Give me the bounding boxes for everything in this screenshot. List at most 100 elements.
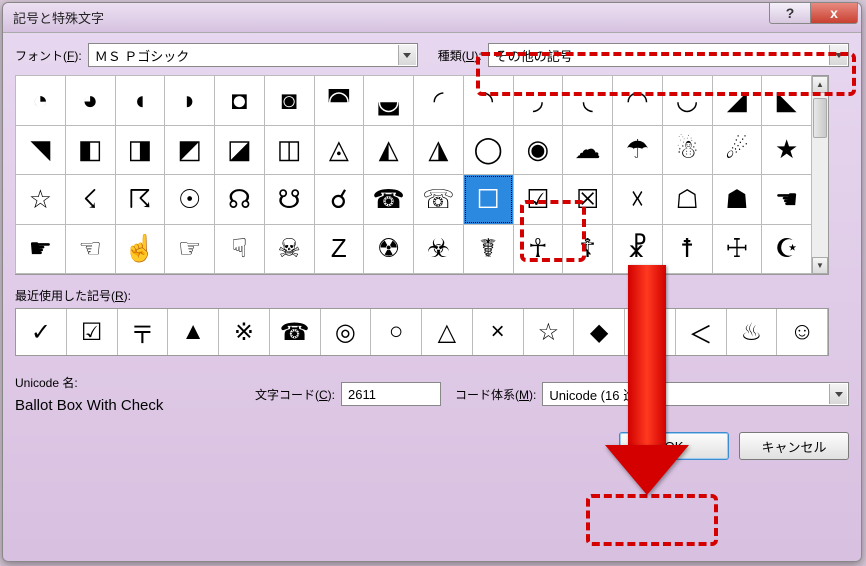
symbol-cell[interactable]: ☛ — [15, 224, 66, 275]
scroll-thumb[interactable] — [813, 98, 827, 138]
recent-symbol-cell[interactable]: ☎ — [270, 309, 321, 355]
recent-symbol-cell[interactable]: △ — [422, 309, 473, 355]
symbol-cell[interactable]: ☚ — [761, 174, 812, 225]
symbol-cell[interactable]: ☉ — [164, 174, 215, 225]
symbol-cell[interactable]: ◢ — [712, 75, 763, 126]
scroll-up-button[interactable]: ▲ — [812, 76, 828, 93]
symbol-cell[interactable]: ☢ — [363, 224, 414, 275]
symbol-cell[interactable]: ☝ — [115, 224, 166, 275]
recent-symbol-cell[interactable]: ＜ — [676, 309, 727, 355]
symbol-cell[interactable]: ◘ — [214, 75, 265, 126]
symbol-cell[interactable]: ◉ — [513, 125, 564, 176]
symbol-cell[interactable]: ◫ — [264, 125, 315, 176]
symbol-cell[interactable]: ☋ — [264, 174, 315, 225]
scrollbar[interactable]: ▲ ▼ — [811, 76, 828, 274]
symbol-cell[interactable]: ☠ — [264, 224, 315, 275]
symbol-cell[interactable]: ☩ — [712, 224, 763, 275]
symbol-cell[interactable]: ☐ — [463, 174, 514, 225]
code-system-combo[interactable]: Unicode (16 進) — [542, 382, 849, 406]
symbol-cell[interactable]: ☈ — [115, 174, 166, 225]
symbol-cell[interactable]: ◯ — [463, 125, 514, 176]
recent-symbol-cell[interactable]: ◎ — [321, 309, 372, 355]
symbol-cell[interactable]: ☨ — [662, 224, 713, 275]
recent-symbol-cell[interactable]: ﾊ — [625, 309, 676, 355]
symbol-cell[interactable]: ☏ — [413, 174, 464, 225]
symbol-cell[interactable]: ☃ — [662, 125, 713, 176]
symbol-cell[interactable]: ☪ — [761, 224, 812, 275]
symbol-cell[interactable]: ★ — [761, 125, 812, 176]
symbol-cell[interactable]: ◡ — [662, 75, 713, 126]
symbol-cell[interactable]: ☞ — [164, 224, 215, 275]
code-system-label: コード体系(M): — [455, 386, 536, 403]
symbol-cell[interactable]: ☇ — [65, 174, 116, 225]
recent-symbol-cell[interactable]: ※ — [219, 309, 270, 355]
symbol-cell[interactable]: ☤ — [463, 224, 514, 275]
subset-label: 種類(U): — [438, 47, 482, 64]
symbol-cell[interactable]: ◮ — [413, 125, 464, 176]
ok-button[interactable]: OK — [619, 432, 729, 460]
symbol-cell[interactable]: ☆ — [15, 174, 66, 225]
symbol-cell[interactable]: ◙ — [264, 75, 315, 126]
symbol-cell[interactable]: ☜ — [65, 224, 116, 275]
symbol-cell[interactable]: ◗ — [164, 75, 215, 126]
symbol-cell[interactable]: ◜ — [413, 75, 464, 126]
recent-symbol-cell[interactable]: ▲ — [168, 309, 219, 355]
symbol-cell[interactable]: ◟ — [562, 75, 613, 126]
symbol-cell[interactable]: ☁ — [562, 125, 613, 176]
chevron-down-icon[interactable] — [829, 384, 847, 404]
symbol-cell[interactable]: ◩ — [164, 125, 215, 176]
chevron-down-icon[interactable] — [398, 45, 416, 65]
symbol-cell[interactable]: ☄ — [712, 125, 763, 176]
symbol-cell[interactable]: ◖ — [115, 75, 166, 126]
symbol-cell[interactable]: ☧ — [612, 224, 663, 275]
close-button[interactable]: x — [810, 2, 858, 24]
symbol-cell[interactable]: ◭ — [363, 125, 414, 176]
symbol-cell[interactable]: ☊ — [214, 174, 265, 225]
font-label: フォント(F): — [15, 47, 82, 64]
symbol-cell[interactable]: ◛ — [363, 75, 414, 126]
recent-symbol-cell[interactable]: ☺ — [777, 309, 828, 355]
symbol-cell[interactable]: ☥ — [513, 224, 564, 275]
symbol-cell[interactable]: ☟ — [214, 224, 265, 275]
recent-symbol-cell[interactable]: × — [473, 309, 524, 355]
symbol-cell[interactable]: ◨ — [115, 125, 166, 176]
recent-symbol-cell[interactable]: ◆ — [574, 309, 625, 355]
symbol-cell[interactable]: ☣ — [413, 224, 464, 275]
font-combo[interactable]: ＭＳ Ｐゴシック — [88, 43, 418, 67]
symbol-cell[interactable]: ◪ — [214, 125, 265, 176]
subset-combo[interactable]: その他の記号 — [488, 43, 849, 67]
symbol-cell[interactable]: ☗ — [712, 174, 763, 225]
symbol-cell[interactable]: ◚ — [314, 75, 365, 126]
recent-symbol-cell[interactable]: ♨ — [727, 309, 778, 355]
scroll-down-button[interactable]: ▼ — [812, 257, 828, 274]
symbol-cell[interactable]: ☦ — [562, 224, 613, 275]
recent-symbol-cell[interactable]: ☑ — [67, 309, 118, 355]
chevron-down-icon[interactable] — [829, 45, 847, 65]
symbol-cell[interactable]: ◕ — [65, 75, 116, 126]
help-button[interactable]: ? — [769, 2, 811, 24]
symbol-cell[interactable]: ☓ — [612, 174, 663, 225]
symbol-cell[interactable]: ☑ — [513, 174, 564, 225]
symbol-cell[interactable]: ☂ — [612, 125, 663, 176]
symbol-cell[interactable]: ◣ — [761, 75, 812, 126]
symbol-cell[interactable]: ◥ — [15, 125, 66, 176]
symbol-cell[interactable]: ◬ — [314, 125, 365, 176]
char-code-input[interactable]: 2611 — [341, 382, 441, 406]
symbol-cell[interactable]: ◧ — [65, 125, 116, 176]
symbol-cell[interactable]: ◞ — [513, 75, 564, 126]
symbol-cell[interactable]: Z — [314, 224, 365, 275]
symbol-cell[interactable]: ◔ — [15, 75, 66, 126]
recent-symbol-cell[interactable]: ○ — [371, 309, 422, 355]
recent-symbol-cell[interactable]: 〒 — [118, 309, 169, 355]
symbol-cell[interactable]: ☌ — [314, 174, 365, 225]
symbol-cell[interactable]: ◝ — [463, 75, 514, 126]
symbol-cell[interactable]: ☒ — [562, 174, 613, 225]
symbol-cell[interactable]: ☎ — [363, 174, 414, 225]
symbol-cell[interactable]: ◠ — [612, 75, 663, 126]
cancel-button[interactable]: キャンセル — [739, 432, 849, 460]
char-code-label: 文字コード(C): — [255, 386, 335, 403]
symbol-cell[interactable]: ☖ — [662, 174, 713, 225]
unicode-name-label: Unicode 名: — [15, 374, 255, 391]
recent-symbol-cell[interactable]: ☆ — [524, 309, 575, 355]
recent-symbol-cell[interactable]: ✓ — [16, 309, 67, 355]
